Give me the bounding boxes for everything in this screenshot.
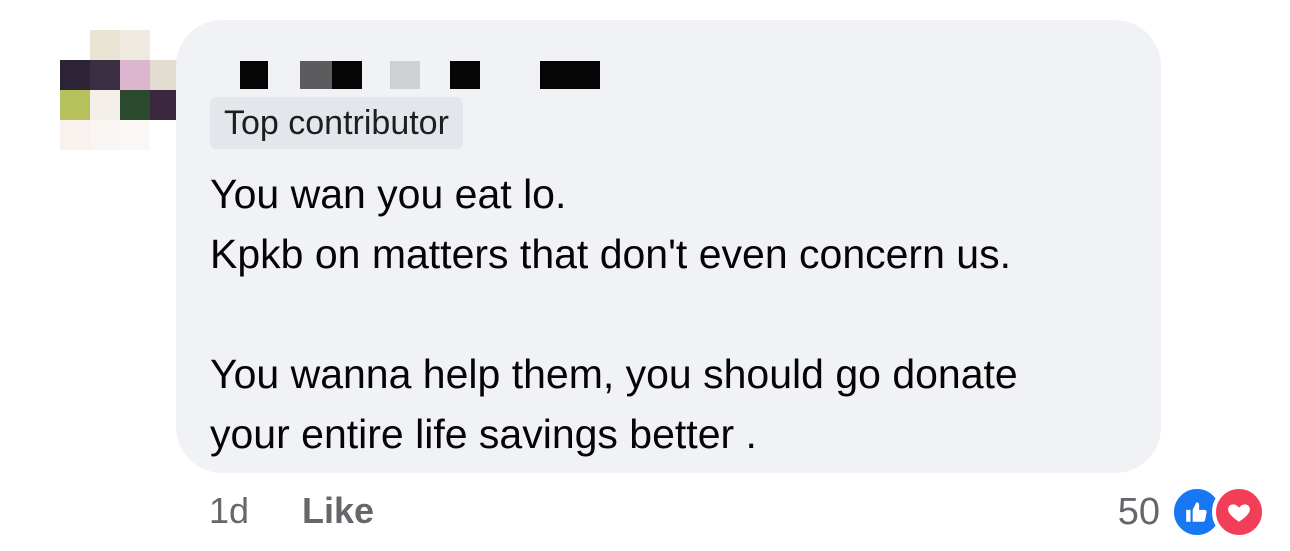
redaction-block <box>240 61 268 89</box>
redaction-block <box>390 61 420 89</box>
comment-line: You wan you eat lo. <box>210 171 567 217</box>
avatar-pixel <box>90 90 120 120</box>
redaction-block <box>540 61 600 89</box>
avatar-pixel <box>60 90 90 120</box>
heart-icon <box>1212 485 1266 539</box>
redaction-block <box>450 61 480 89</box>
comment-line: your entire life savings better . <box>210 411 757 457</box>
avatar-pixel <box>60 120 90 150</box>
top-contributor-badge: Top contributor <box>210 97 463 149</box>
thumbs-up-glyph <box>1186 502 1207 522</box>
avatar[interactable] <box>60 30 180 150</box>
avatar-pixel <box>90 120 120 150</box>
avatar-pixel <box>120 60 150 90</box>
comment-text: You wan you eat lo. Kpkb on matters that… <box>210 164 1150 464</box>
avatar-pixel <box>120 30 150 60</box>
comment-line: You wanna help them, you should go donat… <box>210 351 1018 397</box>
like-button[interactable]: Like <box>302 490 374 532</box>
reactions-summary[interactable]: 50 <box>1118 484 1266 540</box>
redaction-block <box>332 61 362 89</box>
heart-glyph <box>1228 504 1250 522</box>
avatar-pixel <box>60 60 90 90</box>
comment-line: Kpkb on matters that don't even concern … <box>210 231 1011 277</box>
reaction-count: 50 <box>1117 490 1160 533</box>
avatar-pixel <box>120 120 150 150</box>
avatar-pixel <box>120 90 150 120</box>
comment-blank-line <box>210 284 1150 344</box>
avatar-pixel <box>90 30 120 60</box>
redaction-block <box>300 61 332 89</box>
comment-timestamp[interactable]: 1d <box>209 490 249 532</box>
avatar-pixel <box>90 60 120 90</box>
